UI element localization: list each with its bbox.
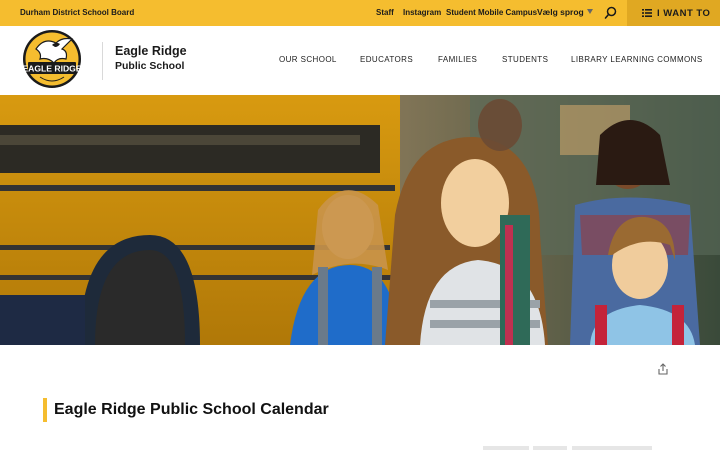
nav-students[interactable]: STUDENTS xyxy=(502,55,548,64)
i-want-to-button[interactable]: I WANT TO xyxy=(627,0,720,26)
language-selector[interactable]: Vælg sprog xyxy=(537,7,584,17)
calendar-control-stub[interactable] xyxy=(533,446,567,450)
school-name[interactable]: Eagle Ridge xyxy=(115,44,187,58)
nav-educators[interactable]: EDUCATORS xyxy=(360,55,413,64)
calendar-control-stub[interactable] xyxy=(483,446,529,450)
nav-library-learning-commons[interactable]: LIBRARY LEARNING COMMONS xyxy=(571,55,703,64)
staff-link[interactable]: Staff xyxy=(376,8,394,17)
school-logo[interactable]: EAGLE RIDGE xyxy=(22,29,82,89)
calendar-control-stub[interactable] xyxy=(572,446,652,450)
board-link[interactable]: Durham District School Board xyxy=(20,8,134,17)
chevron-down-icon[interactable] xyxy=(587,9,593,14)
share-icon[interactable] xyxy=(657,363,669,375)
nav-families[interactable]: FAMILIES xyxy=(438,55,477,64)
header-divider xyxy=(102,42,103,80)
search-icon[interactable] xyxy=(604,6,618,20)
student-mobile-campus-link[interactable]: Student Mobile Campus xyxy=(446,8,537,17)
menu-icon xyxy=(642,9,652,17)
nav-our-school[interactable]: OUR SCHOOL xyxy=(279,55,337,64)
i-want-to-label: I WANT TO xyxy=(657,8,711,19)
site-header: EAGLE RIDGE Eagle Ridge Public School OU… xyxy=(0,26,720,95)
page-title: Eagle Ridge Public School Calendar xyxy=(54,401,329,418)
utility-bar: Durham District School Board Staff Insta… xyxy=(0,0,720,26)
school-subtitle[interactable]: Public School xyxy=(115,60,184,72)
title-accent-bar xyxy=(43,398,47,422)
logo-text: EAGLE RIDGE xyxy=(22,64,81,74)
instagram-link[interactable]: Instagram xyxy=(403,8,441,17)
hero-image xyxy=(0,95,720,345)
